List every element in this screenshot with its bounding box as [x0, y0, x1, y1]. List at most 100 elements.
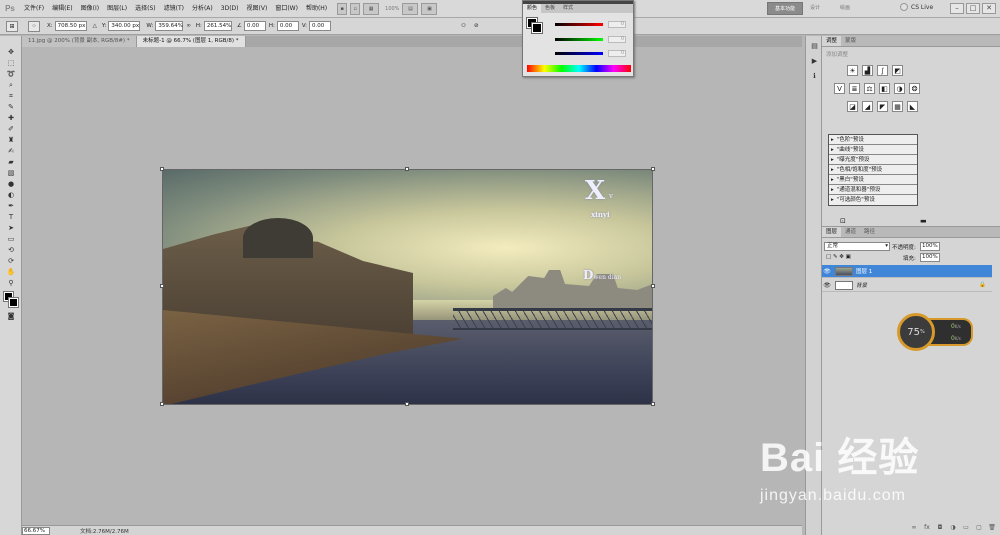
transform-handle-br[interactable] [651, 402, 655, 406]
type-tool-icon[interactable]: T [5, 213, 17, 222]
truck-icon[interactable]: ▬ [920, 217, 927, 225]
w-field[interactable]: 359.64% [155, 21, 184, 31]
screen-mode-icon[interactable]: ▣ [421, 2, 438, 15]
transform-handle-tr[interactable] [651, 167, 655, 171]
group-icon[interactable]: ▭ [962, 524, 970, 532]
posterize-icon[interactable]: ◢ [862, 101, 873, 112]
background-color[interactable] [8, 297, 19, 308]
levels-icon[interactable]: ▟ [862, 65, 873, 76]
tab-styles[interactable]: 样式 [559, 4, 577, 13]
link-icon[interactable]: △ [93, 23, 97, 29]
tab-channels[interactable]: 通道 [841, 227, 860, 237]
3d-rotate-tool-icon[interactable]: ⟲ [5, 246, 17, 255]
workspace-painting[interactable]: 绘画 [840, 4, 850, 11]
blur-tool-icon[interactable]: ● [5, 180, 17, 189]
hskew-field[interactable]: 0.00 [276, 21, 299, 31]
minimize-button[interactable]: – [950, 3, 964, 14]
exposure-icon[interactable]: ◩ [892, 65, 903, 76]
curves-icon[interactable]: ∫ [877, 65, 888, 76]
preset-black-white[interactable]: ▸ "黑白"预设 [829, 175, 917, 185]
preset-curves[interactable]: ▸ "曲线"预设 [829, 145, 917, 155]
menu-help[interactable]: 帮助(H) [302, 0, 331, 18]
quick-mask-icon[interactable]: ◙ [5, 312, 17, 321]
menu-layer[interactable]: 图层(L) [103, 0, 131, 18]
canvas-image[interactable]: X v xinyi Dwen dian [162, 169, 653, 405]
view-extras-icon[interactable]: ▦ [363, 2, 380, 15]
blue-value[interactable]: 0 [608, 50, 626, 57]
eraser-tool-icon[interactable]: ▰ [5, 158, 17, 167]
opacity-field[interactable]: 100% [920, 242, 940, 251]
quick-select-tool-icon[interactable]: ⌕ [5, 81, 17, 90]
tab-masks[interactable]: 蒙版 [841, 36, 860, 46]
blue-slider[interactable] [555, 52, 603, 55]
invert-icon[interactable]: ◪ [847, 101, 858, 112]
green-value[interactable]: 0 [608, 36, 626, 43]
path-select-tool-icon[interactable]: ➤ [5, 224, 17, 233]
layer-row[interactable]: 👁 背景 🔒 [822, 279, 992, 292]
arrange-icon[interactable]: ▤ [402, 2, 419, 15]
tab-color[interactable]: 颜色 [523, 4, 542, 13]
zoom-tool-icon[interactable]: ⚲ [5, 279, 17, 288]
menu-view[interactable]: 视图(V) [243, 0, 272, 18]
color-balance-icon[interactable]: ⚖ [864, 83, 875, 94]
bridge-icon[interactable]: ▪ [337, 2, 348, 15]
eye-icon[interactable]: 👁 [822, 268, 832, 275]
color-swatches[interactable] [0, 291, 21, 310]
move-tool-icon[interactable]: ✥ [5, 48, 17, 57]
transform-handle-b[interactable] [405, 402, 409, 406]
tab-11-jpg[interactable]: 11.jpg @ 200% (背景 副本, RGB/8#) * [22, 36, 137, 47]
3d-orbit-tool-icon[interactable]: ⟳ [5, 257, 17, 266]
black-white-icon[interactable]: ◧ [879, 83, 890, 94]
transform-handle-bl[interactable] [160, 402, 164, 406]
marquee-tool-icon[interactable]: ⬚ [5, 59, 17, 68]
menu-select[interactable]: 选择(S) [131, 0, 160, 18]
lasso-tool-icon[interactable]: ➰ [5, 70, 17, 79]
chain-icon[interactable]: ∞ [186, 23, 191, 29]
eye-icon[interactable]: 👁 [822, 282, 832, 289]
close-button[interactable]: ✕ [982, 3, 996, 14]
tab-adjustments[interactable]: 调整 [822, 36, 842, 46]
tool-preset-icon[interactable]: ⊞ [6, 20, 18, 32]
mask-icon[interactable]: ◘ [936, 524, 944, 532]
fill-field[interactable]: 100% [920, 253, 940, 262]
menu-image[interactable]: 图像(I) [77, 0, 103, 18]
tab-paths[interactable]: 路径 [860, 227, 879, 237]
zoom-level[interactable]: 100% [385, 6, 399, 12]
brightness-icon[interactable]: ☀ [847, 65, 858, 76]
stamp-tool-icon[interactable]: ♜ [5, 136, 17, 145]
status-zoom[interactable]: 66.67% [22, 526, 50, 535]
maximize-button[interactable]: □ [966, 3, 980, 14]
angle-field[interactable]: 0.00 [243, 21, 266, 31]
mini-bridge-icon[interactable]: ▫ [350, 2, 361, 15]
preset-hue-saturation[interactable]: ▸ "色相/饱和度"预设 [829, 165, 917, 175]
transform-handle-l[interactable] [160, 284, 164, 288]
warp-icon[interactable]: ⚇ [461, 23, 466, 29]
blend-mode-select[interactable]: 正常 ▾ [824, 242, 890, 251]
reference-point-icon[interactable]: ⁘ [28, 20, 40, 32]
clip-icon[interactable]: ⊡ [840, 217, 846, 225]
tab-swatches[interactable]: 色板 [541, 4, 559, 13]
preset-levels[interactable]: ▸ "色阶"预设 [829, 135, 917, 145]
actions-icon[interactable]: ▶ [810, 57, 819, 66]
pen-tool-icon[interactable]: ✒ [5, 202, 17, 211]
gradient-tool-icon[interactable]: ▧ [5, 169, 17, 178]
menu-analysis[interactable]: 分析(A) [188, 0, 217, 18]
preset-selective-color[interactable]: ▸ "可选颜色"预设 [829, 195, 917, 205]
hand-tool-icon[interactable]: ✋ [5, 268, 17, 277]
workspace-essentials[interactable]: 基本功能 [767, 2, 803, 15]
cs-live[interactable]: CS Live [900, 3, 933, 11]
trash-icon[interactable]: 🗑 [988, 524, 996, 532]
channel-mixer-icon[interactable]: ❂ [909, 83, 920, 94]
hue-saturation-icon[interactable]: ≣ [849, 83, 860, 94]
transform-handle-tl[interactable] [160, 167, 164, 171]
selective-color-icon[interactable]: ◣ [907, 101, 918, 112]
h-field[interactable]: 261.54% [203, 21, 232, 31]
shape-tool-icon[interactable]: ▭ [5, 235, 17, 244]
cancel-transform-icon[interactable]: ⊘ [474, 23, 479, 29]
link-layers-icon[interactable]: ∞ [910, 524, 918, 532]
healing-tool-icon[interactable]: ✚ [5, 114, 17, 123]
doc-size[interactable]: 文档:2.76M/2.76M [80, 527, 129, 535]
vskew-field[interactable]: 0.00 [309, 21, 332, 31]
preset-exposure[interactable]: ▸ "曝光度"预设 [829, 155, 917, 165]
dodge-tool-icon[interactable]: ◐ [5, 191, 17, 200]
